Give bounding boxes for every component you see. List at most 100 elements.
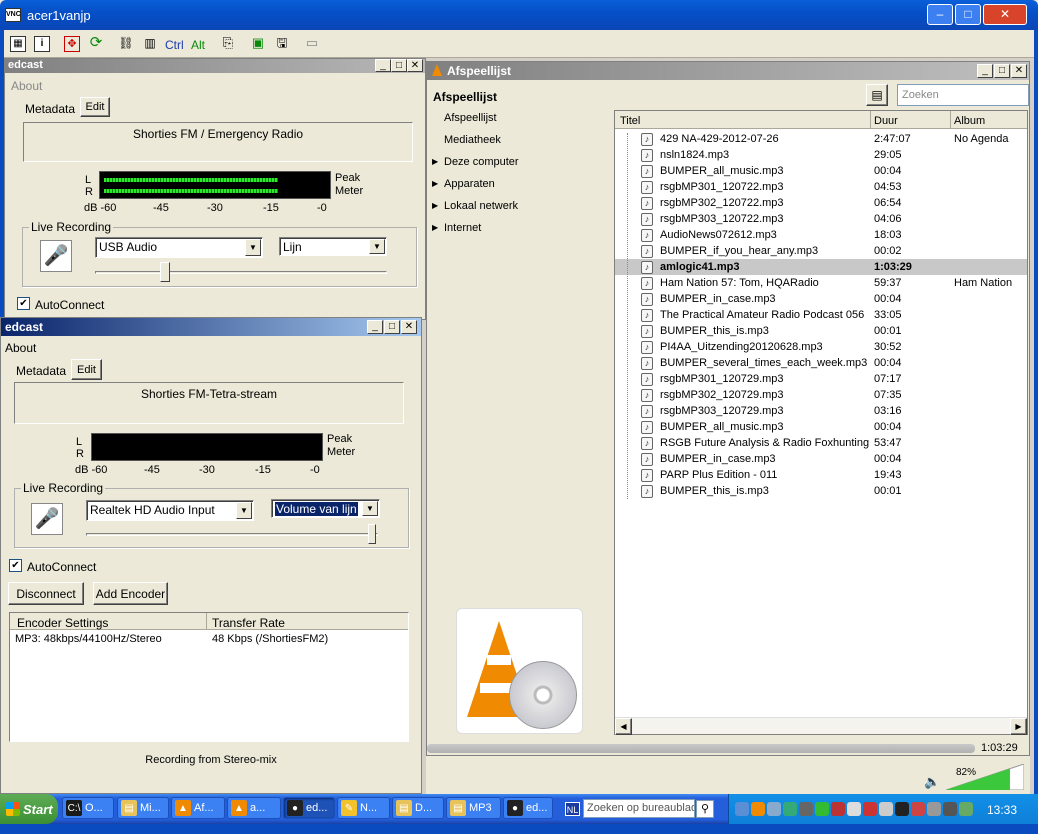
taskbar-button[interactable]: C:\ O... — [62, 797, 114, 819]
sidebar-section-deze-computer[interactable]: Deze computer — [444, 156, 519, 168]
edcast1-maximize-button[interactable]: □ — [391, 59, 407, 72]
vlc-close-button[interactable]: ✕ — [1011, 64, 1027, 78]
edcast2-autoconnect-checkbox[interactable]: ✔ — [9, 559, 22, 572]
tray-icon[interactable] — [863, 802, 877, 816]
tray-icon[interactable] — [847, 802, 861, 816]
disconnect-icon[interactable]: ▭ — [304, 36, 320, 52]
edcast2-maximize-button[interactable]: □ — [384, 320, 400, 334]
tray-icon[interactable] — [943, 802, 957, 816]
table-row[interactable]: ♪ BUMPER_this_is.mp3 00:01 — [615, 483, 1027, 499]
scroll-left-button[interactable]: ◀ — [615, 718, 632, 735]
encoder-row[interactable]: MP3: 48kbps/44100Hz/Stereo 48 Kbps (/Sho… — [10, 631, 408, 647]
search-input[interactable]: Zoeken — [897, 84, 1029, 106]
table-row[interactable]: ♪ BUMPER_all_music.mp3 00:04 — [615, 163, 1027, 179]
clipboard-icon[interactable]: ⎘ — [220, 36, 236, 52]
expand-icon[interactable]: ▶ — [432, 179, 438, 188]
chevron-down-icon[interactable]: ▼ — [362, 501, 378, 516]
tray-icon[interactable] — [767, 802, 781, 816]
table-row[interactable]: ♪ BUMPER_if_you_hear_any.mp3 00:02 — [615, 243, 1027, 259]
edcast1-autoconnect-checkbox[interactable]: ✔ — [17, 297, 30, 310]
taskbar-button[interactable]: ● ed... — [503, 797, 553, 819]
column-header-encoder-settings[interactable]: Encoder Settings — [17, 616, 108, 630]
add-encoder-button[interactable]: Add Encoder — [93, 582, 168, 605]
taskbar-button[interactable]: ● ed... — [283, 797, 335, 819]
playlist-view-button[interactable]: ▤ — [866, 84, 888, 106]
chevron-down-icon[interactable]: ▼ — [236, 502, 252, 519]
refresh-icon[interactable]: ⟳ — [88, 35, 104, 51]
edcast2-close-button[interactable]: ✕ — [401, 320, 417, 334]
scroll-right-button[interactable]: ▶ — [1010, 718, 1027, 735]
sidebar-section-lokaal-netwerk[interactable]: Lokaal netwerk — [444, 200, 518, 212]
table-row[interactable]: ♪ RSGB Future Analysis & Radio Foxhunting… — [615, 435, 1027, 451]
table-row[interactable]: ♪ rsgbMP301_120722.mp3 04:53 — [615, 179, 1027, 195]
table-row[interactable]: ♪ nsln1824.mp3 29:05 — [615, 147, 1027, 163]
table-row[interactable]: ♪ BUMPER_this_is.mp3 00:01 — [615, 323, 1027, 339]
taskbar-button[interactable]: ▲ Af... — [171, 797, 225, 819]
tray-icon[interactable] — [831, 802, 845, 816]
tray-icon[interactable] — [879, 802, 893, 816]
column-header-transfer-rate[interactable]: Transfer Rate — [212, 616, 285, 630]
maximize-button[interactable]: □ — [955, 4, 981, 25]
table-row[interactable]: ♪ Ham Nation 57: Tom, HQARadio 59:37 Ham Na… — [615, 275, 1027, 291]
taskbar-button[interactable]: ▤ Mi... — [117, 797, 169, 819]
info-icon[interactable]: i — [34, 36, 50, 52]
minimize-button[interactable]: – — [927, 4, 953, 25]
taskbar-button[interactable]: ▲ a... — [227, 797, 281, 819]
edcast2-about-menu[interactable]: About — [5, 341, 36, 355]
tray-icon[interactable] — [783, 802, 797, 816]
disconnect-button[interactable]: Disconnect — [8, 582, 84, 605]
edcast1-minimize-button[interactable]: _ — [375, 59, 391, 72]
column-header-album[interactable]: Album — [954, 115, 985, 127]
edcast1-close-button[interactable]: ✕ — [407, 59, 423, 72]
table-row[interactable]: ♪ rsgbMP303_120722.mp3 04:06 — [615, 211, 1027, 227]
table-row[interactable]: ♪ rsgbMP302_120729.mp3 07:35 — [615, 387, 1027, 403]
table-row[interactable]: ♪ PARP Plus Edition - 011 19:43 — [615, 467, 1027, 483]
language-indicator[interactable]: NL — [565, 802, 580, 816]
taskbar-button[interactable]: ✎ N... — [337, 797, 390, 819]
sidebar-section-internet[interactable]: Internet — [444, 222, 481, 234]
expand-icon[interactable]: ▶ — [432, 223, 438, 232]
ctrl-key-button[interactable]: Ctrl — [165, 38, 184, 52]
transfer-icon[interactable]: ▣ — [250, 36, 266, 52]
column-header-duur[interactable]: Duur — [874, 115, 898, 127]
table-row[interactable]: ♪ BUMPER_several_times_each_week.mp3 00:04 — [615, 355, 1027, 371]
vlc-tray-icon[interactable] — [751, 802, 765, 816]
desktop-search-input[interactable]: Zoeken op bureaublad — [583, 799, 695, 818]
tray-icon[interactable] — [799, 802, 813, 816]
column-header-titel[interactable]: Titel — [620, 115, 640, 127]
horizontal-scrollbar[interactable]: ◀ ▶ — [615, 717, 1027, 735]
start-button[interactable]: Start — [0, 794, 58, 824]
chevron-down-icon[interactable]: ▼ — [369, 239, 385, 254]
taskbar-button[interactable]: ▤ MP3 — [446, 797, 501, 819]
sidebar-item-afspeellijst[interactable]: Afspeellijst — [444, 112, 497, 124]
edcast1-edit-button[interactable]: Edit — [80, 97, 110, 117]
edcast2-minimize-button[interactable]: _ — [367, 320, 383, 334]
edcast2-edit-button[interactable]: Edit — [71, 359, 102, 380]
tray-icon[interactable] — [815, 802, 829, 816]
alt-key-button[interactable]: Alt — [191, 38, 205, 52]
table-row[interactable]: ♪ AudioNews072612.mp3 18:03 — [615, 227, 1027, 243]
table-row[interactable]: ♪ BUMPER_all_music.mp3 00:04 — [615, 419, 1027, 435]
edcast1-input-select[interactable]: Lijn ▼ — [279, 237, 387, 256]
chevron-down-icon[interactable]: ▼ — [245, 239, 261, 256]
tray-icon[interactable] — [895, 802, 909, 816]
vlc-maximize-button[interactable]: □ — [994, 64, 1010, 78]
sidebar-section-apparaten[interactable]: Apparaten — [444, 178, 495, 190]
taskbar-button[interactable]: ▤ D... — [392, 797, 444, 819]
sidebar-item-mediatheek[interactable]: Mediatheek — [444, 134, 501, 146]
tray-icon[interactable] — [735, 802, 749, 816]
vlc-minimize-button[interactable]: _ — [977, 64, 993, 78]
edcast1-about-menu[interactable]: About — [11, 79, 42, 93]
tray-icon[interactable] — [911, 802, 925, 816]
fullscreen-icon[interactable]: ✥ — [64, 36, 80, 52]
table-row[interactable]: ♪ rsgbMP301_120729.mp3 07:17 — [615, 371, 1027, 387]
edcast2-volume-slider-thumb[interactable] — [368, 524, 377, 544]
close-button[interactable]: ✕ — [983, 4, 1027, 25]
ctrl-alt-del-icon[interactable]: ▥ — [142, 36, 158, 52]
table-row[interactable]: ♪ The Practical Amateur Radio Podcast 056… — [615, 307, 1027, 323]
options-icon[interactable]: ▦ — [10, 36, 26, 52]
table-row[interactable]: ♪ amlogic41.mp3 1:03:29 — [615, 259, 1027, 275]
save-icon[interactable]: 🖫 — [274, 36, 290, 52]
speaker-icon[interactable]: 🔈 — [924, 774, 940, 790]
edcast2-input-select[interactable]: Volume van lijn ▼ — [271, 499, 380, 518]
